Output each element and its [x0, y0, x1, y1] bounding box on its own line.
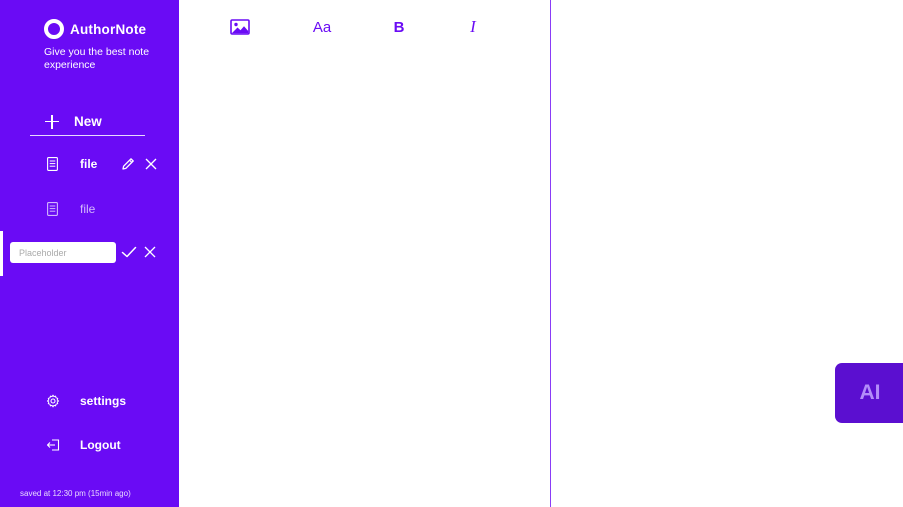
document-icon: [47, 202, 58, 216]
sidebar: AuthorNote Give you the best note experi…: [0, 0, 179, 507]
editor-toolbar: Aa B I: [179, 0, 550, 55]
active-indicator: [0, 231, 3, 276]
file-label: file: [80, 157, 98, 171]
pencil-icon[interactable]: [121, 157, 135, 171]
font-size-button[interactable]: Aa: [309, 14, 335, 40]
logout-icon: [46, 439, 60, 451]
app-tagline: Give you the best note experience: [44, 46, 150, 71]
close-icon[interactable]: [144, 246, 156, 258]
close-icon[interactable]: [145, 158, 157, 170]
rename-file-input[interactable]: [10, 242, 116, 263]
check-icon[interactable]: [121, 245, 137, 259]
logout-label: Logout: [80, 438, 121, 452]
italic-button[interactable]: I: [465, 14, 481, 40]
document-icon: [47, 157, 58, 171]
file-item-active[interactable]: file: [0, 151, 179, 177]
file-item[interactable]: file: [0, 196, 179, 222]
rename-row: [0, 231, 179, 276]
note-editor[interactable]: [179, 55, 550, 507]
app-name: AuthorNote: [70, 21, 147, 37]
brand: AuthorNote: [44, 19, 146, 39]
ai-assistant-button[interactable]: AI: [835, 363, 903, 423]
settings-label: settings: [80, 394, 127, 408]
logo-ring-icon: [44, 19, 64, 39]
settings-button[interactable]: settings: [0, 389, 179, 413]
save-status: saved at 12:30 pm (15min ago): [20, 489, 131, 498]
logout-button[interactable]: Logout: [0, 433, 179, 457]
new-note-label: New: [74, 114, 102, 129]
gear-icon: [46, 394, 60, 408]
image-icon: [230, 19, 250, 35]
new-note-button[interactable]: New: [30, 108, 145, 136]
plus-icon: [45, 114, 59, 129]
file-label: file: [80, 202, 96, 216]
preview-pane: [551, 0, 903, 507]
insert-image-button[interactable]: [229, 14, 251, 40]
bold-button[interactable]: B: [389, 14, 409, 40]
